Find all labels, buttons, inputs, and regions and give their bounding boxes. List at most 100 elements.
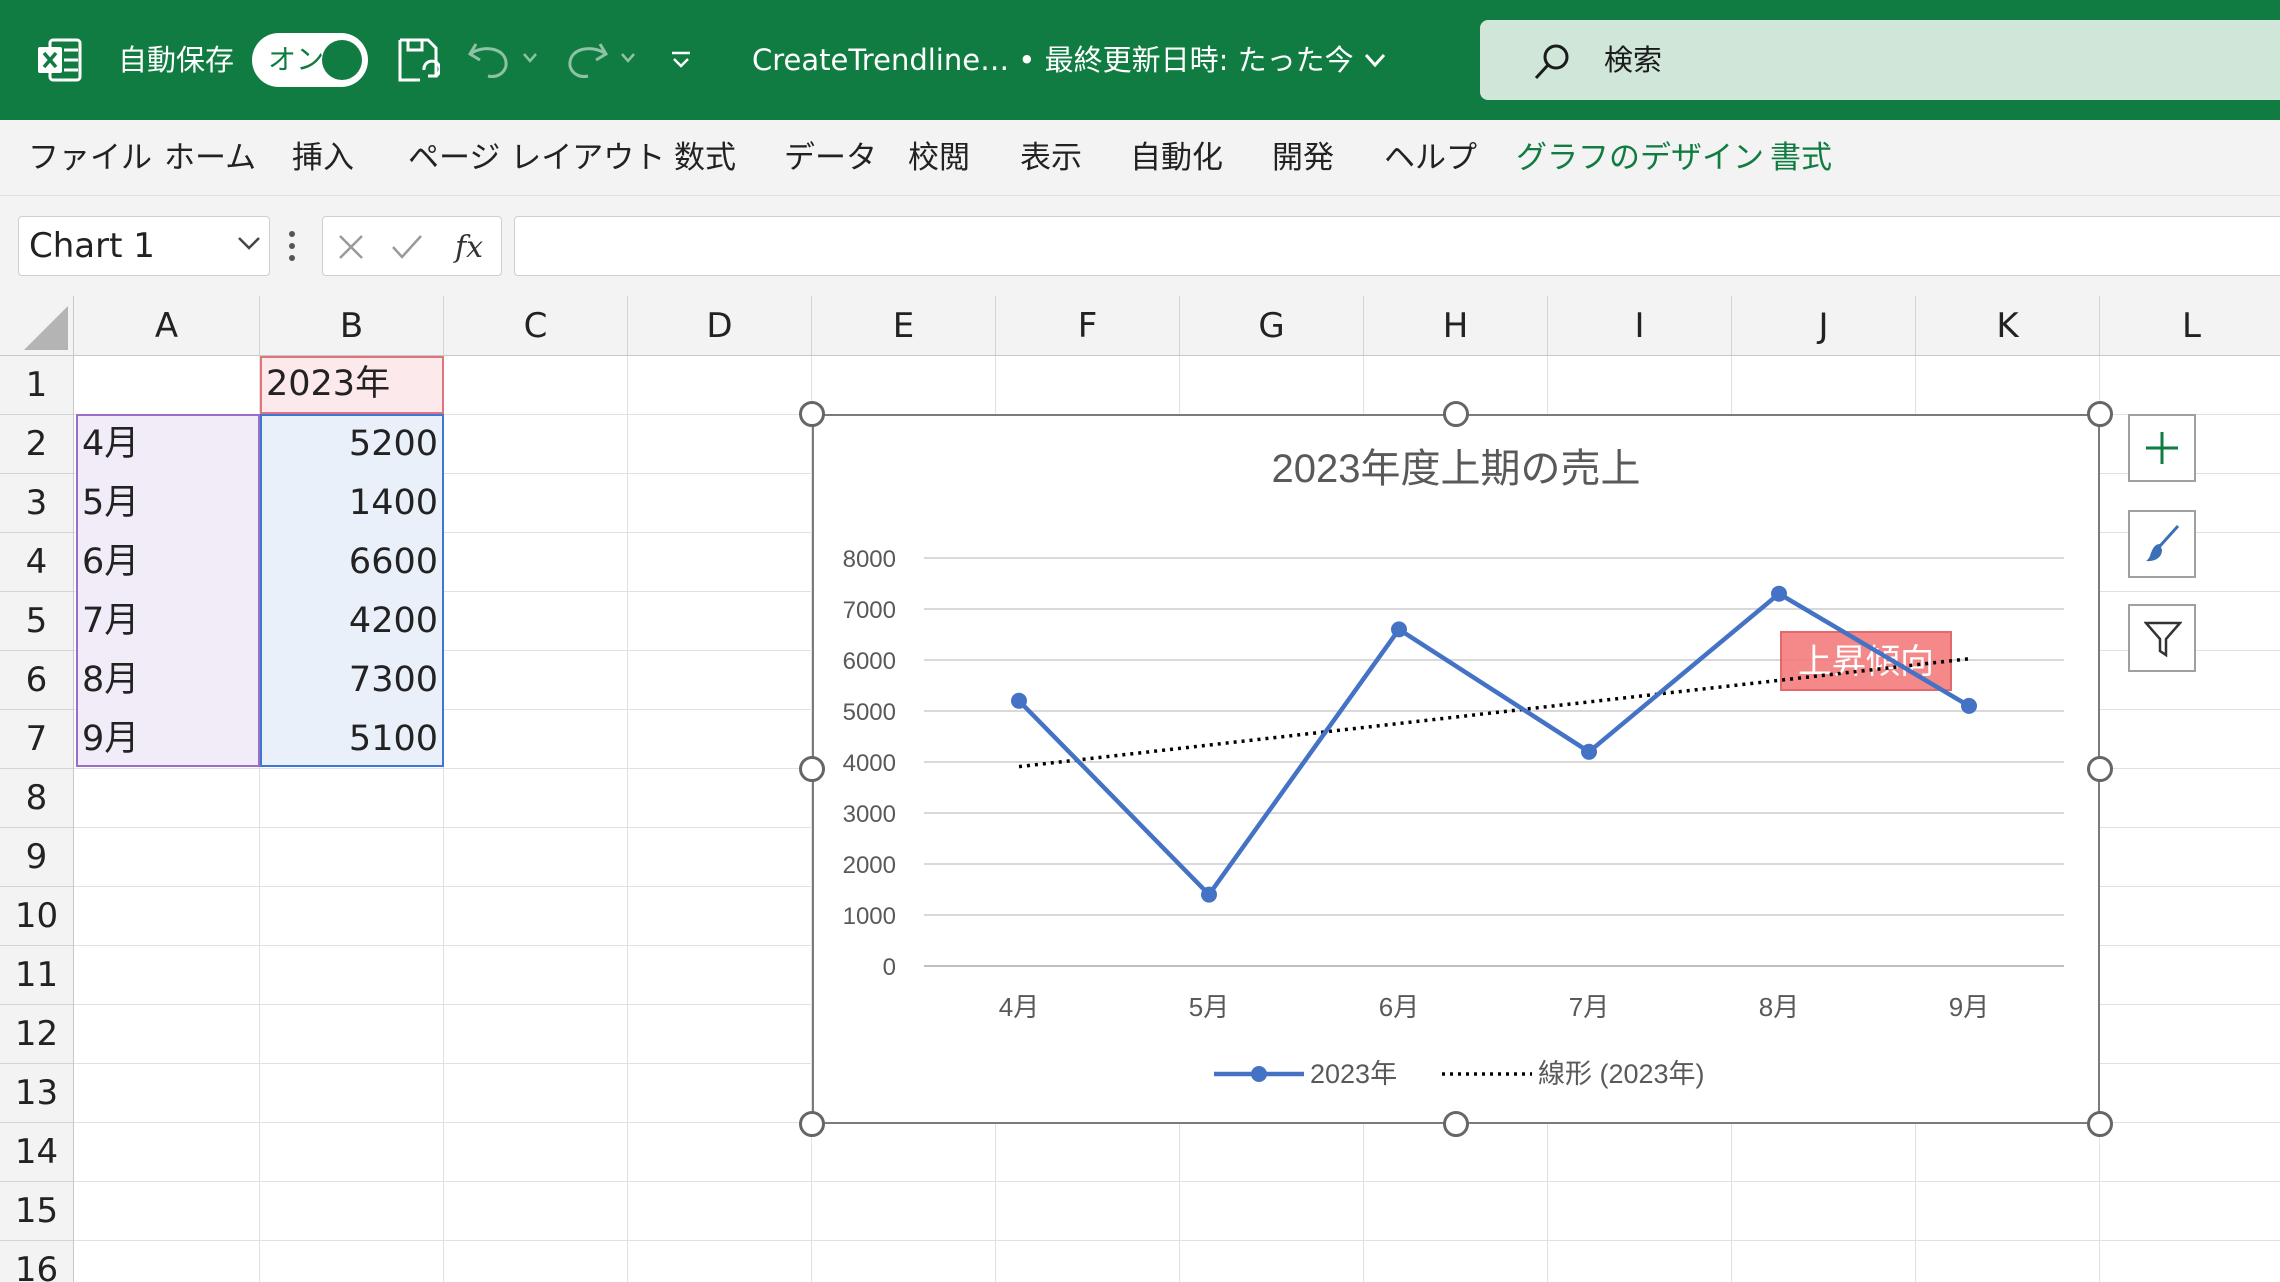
- customize-toolbar-icon[interactable]: [670, 50, 692, 70]
- row-header-16[interactable]: 16: [0, 1241, 74, 1282]
- formula-buttons: fx: [322, 216, 502, 276]
- resize-handle-top-right[interactable]: [2087, 401, 2113, 427]
- column-header-C[interactable]: C: [444, 296, 628, 356]
- column-header-G[interactable]: G: [1180, 296, 1364, 356]
- row-header-15[interactable]: 15: [0, 1182, 74, 1241]
- column-header-B[interactable]: B: [260, 296, 444, 356]
- row-header-1[interactable]: 1: [0, 356, 74, 415]
- more-options-icon[interactable]: [288, 226, 296, 266]
- legend-series-marker: [1251, 1066, 1267, 1082]
- column-header-L[interactable]: L: [2100, 296, 2280, 356]
- resize-handle-left[interactable]: [799, 756, 825, 782]
- redo-icon[interactable]: [564, 40, 610, 80]
- column-header-K[interactable]: K: [1916, 296, 2100, 356]
- tab-chart-design[interactable]: グラフのデザイン: [1516, 138, 1764, 178]
- tab-formulas[interactable]: 数式: [674, 138, 736, 178]
- excel-icon[interactable]: [36, 38, 82, 82]
- row-header-2[interactable]: 2: [0, 415, 74, 474]
- save-icon[interactable]: [396, 36, 440, 84]
- undo-dropdown-icon[interactable]: [522, 52, 538, 64]
- cell-A5[interactable]: 7月: [82, 601, 139, 641]
- cell-B7[interactable]: 5100: [260, 719, 438, 759]
- row-header-10[interactable]: 10: [0, 887, 74, 946]
- search-box[interactable]: 検索: [1480, 20, 2280, 100]
- column-header-I[interactable]: I: [1548, 296, 1732, 356]
- chart-elements-button[interactable]: [2128, 414, 2196, 482]
- name-box-value: Chart 1: [29, 226, 155, 266]
- insert-function-icon[interactable]: fx: [453, 227, 493, 267]
- row-header-4[interactable]: 4: [0, 533, 74, 592]
- resize-handle-top[interactable]: [1443, 401, 1469, 427]
- cell-B2[interactable]: 5200: [260, 424, 438, 464]
- row-header-6[interactable]: 6: [0, 651, 74, 710]
- resize-handle-top-left[interactable]: [799, 401, 825, 427]
- chart-area[interactable]: 2023年度上期の売上 0 1000 2000 3000 4000 5000 6000 7000…: [812, 414, 2100, 1124]
- name-box[interactable]: Chart 1: [18, 216, 270, 276]
- x-tick-label: 7月: [1569, 992, 1609, 1022]
- cell-B4[interactable]: 6600: [260, 542, 438, 582]
- enter-icon[interactable]: [391, 233, 423, 261]
- row-header-12[interactable]: 12: [0, 1005, 74, 1064]
- svg-text:fx: fx: [453, 230, 483, 265]
- document-title[interactable]: CreateTrendline… • 最終更新日時: たった今: [752, 40, 1354, 80]
- formula-input[interactable]: [514, 216, 2280, 276]
- cell-B5[interactable]: 4200: [260, 601, 438, 641]
- chevron-down-icon[interactable]: [237, 235, 261, 251]
- column-header-J[interactable]: J: [1732, 296, 1916, 356]
- tab-automate[interactable]: 自動化: [1130, 138, 1223, 178]
- row-header-9[interactable]: 9: [0, 828, 74, 887]
- search-icon: [1534, 44, 1569, 80]
- row-header-11[interactable]: 11: [0, 946, 74, 1005]
- cell-B1[interactable]: 2023年: [266, 364, 390, 404]
- redo-dropdown-icon[interactable]: [620, 52, 636, 64]
- title-chevron-down-icon[interactable]: [1364, 52, 1386, 68]
- row-header-8[interactable]: 8: [0, 769, 74, 828]
- cancel-icon[interactable]: [337, 233, 365, 261]
- tab-insert[interactable]: 挿入: [292, 138, 354, 178]
- tab-file[interactable]: ファイル: [28, 138, 152, 178]
- cell-A3[interactable]: 5月: [82, 483, 139, 523]
- tab-format[interactable]: 書式: [1770, 138, 1832, 178]
- column-gridline: [627, 356, 628, 1282]
- resize-handle-bottom[interactable]: [1443, 1111, 1469, 1137]
- row-header-7[interactable]: 7: [0, 710, 74, 769]
- tab-developer[interactable]: 開発: [1272, 138, 1334, 178]
- resize-handle-bottom-left[interactable]: [799, 1111, 825, 1137]
- resize-handle-right[interactable]: [2087, 756, 2113, 782]
- row-header-13[interactable]: 13: [0, 1064, 74, 1123]
- autosave-toggle[interactable]: オン: [252, 33, 368, 87]
- chart-filters-button[interactable]: [2128, 604, 2196, 672]
- row-header-3[interactable]: 3: [0, 474, 74, 533]
- undo-icon[interactable]: [466, 40, 512, 80]
- cell-B6[interactable]: 7300: [260, 660, 438, 700]
- tab-home[interactable]: ホーム: [164, 138, 256, 178]
- select-all-button[interactable]: [0, 296, 74, 356]
- column-header-F[interactable]: F: [996, 296, 1180, 356]
- search-placeholder: 検索: [1604, 43, 1663, 77]
- column-header-A[interactable]: A: [74, 296, 260, 356]
- cell-B3[interactable]: 1400: [260, 483, 438, 523]
- row-header-5[interactable]: 5: [0, 592, 74, 651]
- y-tick-label: 7000: [843, 597, 896, 624]
- row-header-14[interactable]: 14: [0, 1123, 74, 1182]
- x-tick-label: 4月: [999, 992, 1039, 1022]
- category-range-highlight: [76, 414, 260, 767]
- y-tick-label: 0: [883, 954, 896, 981]
- cell-A4[interactable]: 6月: [82, 542, 139, 582]
- cell-A7[interactable]: 9月: [82, 719, 139, 759]
- data-point: [1961, 697, 1977, 714]
- resize-handle-bottom-right[interactable]: [2087, 1111, 2113, 1137]
- tab-help[interactable]: ヘルプ: [1384, 138, 1477, 178]
- cell-A6[interactable]: 8月: [82, 660, 139, 700]
- tab-view[interactable]: 表示: [1020, 138, 1082, 178]
- column-header-D[interactable]: D: [628, 296, 812, 356]
- chart-styles-button[interactable]: [2128, 510, 2196, 578]
- cell-A2[interactable]: 4月: [82, 424, 139, 464]
- value-range-highlight: [260, 414, 444, 767]
- tab-page-layout[interactable]: ページ レイアウト: [408, 138, 665, 178]
- column-header-H[interactable]: H: [1364, 296, 1548, 356]
- tab-review[interactable]: 校閲: [908, 138, 970, 178]
- tab-data[interactable]: データ: [784, 138, 877, 178]
- column-header-E[interactable]: E: [812, 296, 996, 356]
- chart-title: 2023年度上期の売上: [1272, 447, 1641, 491]
